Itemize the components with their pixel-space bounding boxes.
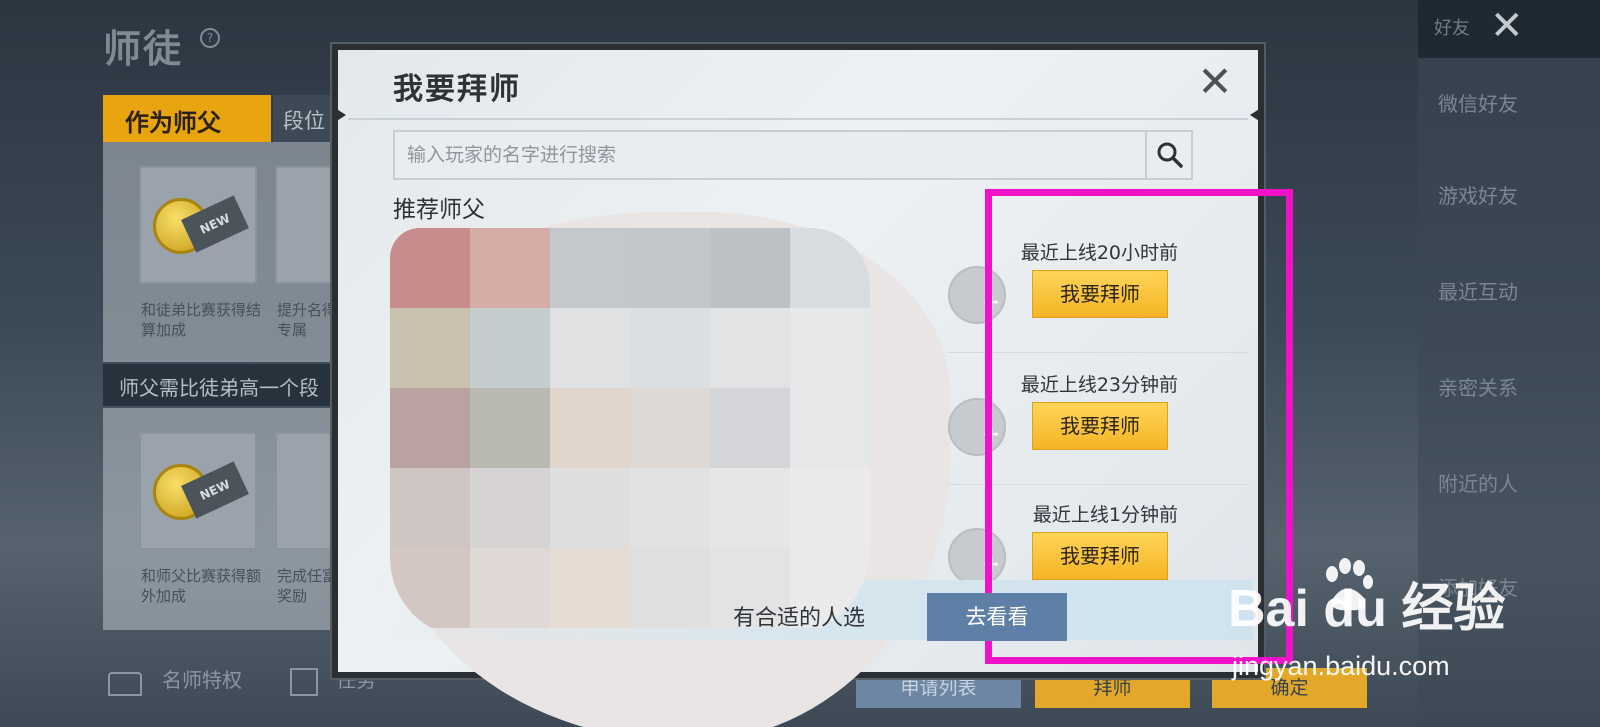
mosaic-tile <box>550 228 630 308</box>
mosaic-tile <box>550 388 630 468</box>
divider <box>348 118 1248 120</box>
mosaic-tile <box>630 308 710 388</box>
privilege-link[interactable]: 名师特权 <box>162 664 242 693</box>
friends-item-recent[interactable]: 最近互动 <box>1438 276 1518 305</box>
mosaic-tile <box>470 388 550 468</box>
search-icon <box>1157 142 1183 168</box>
question-icon[interactable]: ? <box>200 28 220 48</box>
mosaic-tile <box>390 388 470 468</box>
mosaic-tile <box>550 468 630 548</box>
watermark-logo: Bai du 经验 <box>1228 580 1506 638</box>
search-box <box>393 130 1193 180</box>
mosaic-tile <box>710 228 790 308</box>
close-icon[interactable]: ✕ <box>1191 60 1239 108</box>
mosaic-tile <box>630 468 710 548</box>
friends-item-game[interactable]: 游戏好友 <box>1438 180 1518 209</box>
mosaic-tile <box>470 308 550 388</box>
mosaic-tile <box>710 308 790 388</box>
requirement-strip: 师父需比徒弟高一个段 <box>103 364 338 406</box>
mosaic-tile <box>550 548 630 628</box>
friends-item-nearby[interactable]: 附近的人 <box>1438 468 1518 497</box>
mosaic-tile <box>470 228 550 308</box>
reward-panel-bottom: NEW 和师父比赛获得额外加成 完成任富奖励 <box>103 408 345 630</box>
task-icon <box>290 668 318 696</box>
mosaic-tile <box>390 468 470 548</box>
dialog-notch <box>1250 106 1264 124</box>
reward-card: NEW <box>139 432 257 550</box>
reward-panel-top: NEW 和徒弟比赛获得结算加成 提升名得专属 <box>103 142 345 362</box>
mosaic-tile <box>630 228 710 308</box>
tab-as-mentor[interactable]: 作为师父 <box>103 95 271 142</box>
reward-card-text: 和徒弟比赛获得结算加成 <box>141 301 262 339</box>
friends-tab[interactable]: 好友 <box>1434 14 1470 40</box>
censor-mosaic <box>390 228 870 638</box>
reward-card-text: 和师父比赛获得额外加成 <box>141 567 262 605</box>
section-title: 推荐师父 <box>393 197 485 223</box>
mosaic-tile <box>710 388 790 468</box>
reward-card: NEW <box>139 166 257 284</box>
friends-item-wechat[interactable]: 微信好友 <box>1438 88 1518 117</box>
mosaic-tile <box>630 548 710 628</box>
close-icon[interactable]: ✕ <box>1490 6 1524 46</box>
mosaic-tile <box>790 308 870 388</box>
mosaic-tile <box>470 548 550 628</box>
mosaic-tile <box>710 468 790 548</box>
mosaic-tile <box>790 388 870 468</box>
reward-card-text: 提升名得专属 <box>277 301 337 339</box>
graduation-cap-icon <box>108 672 142 696</box>
friends-item-intimate[interactable]: 亲密关系 <box>1438 372 1518 401</box>
search-button[interactable] <box>1145 132 1191 178</box>
mosaic-tile <box>790 228 870 308</box>
mentor-tab-bar: 作为师父 段位 <box>103 95 348 142</box>
footer-hint: 有合适的人选 <box>733 606 866 631</box>
reward-card-text: 完成任富奖励 <box>277 567 337 605</box>
dialog-notch <box>332 106 346 124</box>
mosaic-tile <box>790 468 870 548</box>
watermark-url: jingyan.baidu.com <box>1232 651 1450 681</box>
search-input[interactable] <box>395 132 1145 178</box>
mosaic-tile <box>390 228 470 308</box>
mosaic-tile <box>470 468 550 548</box>
go-look-button[interactable]: 去看看 <box>927 593 1067 641</box>
mosaic-tile <box>550 308 630 388</box>
dialog-title: 我要拜师 <box>393 72 521 107</box>
mosaic-tile <box>630 388 710 468</box>
page-title: 师徒 <box>103 27 184 71</box>
mosaic-tile <box>390 308 470 388</box>
